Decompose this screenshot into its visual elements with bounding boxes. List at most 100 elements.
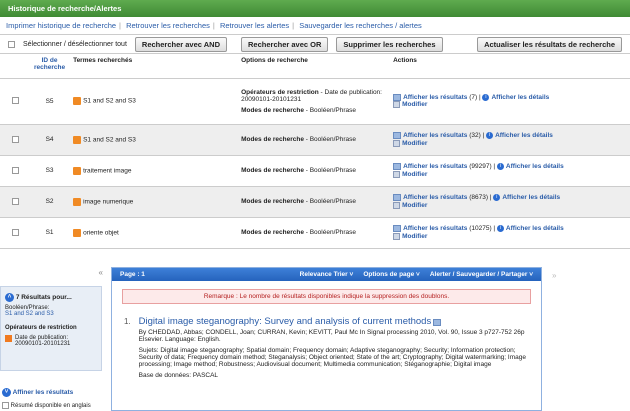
page-options-menu[interactable]: Options de page ˅ bbox=[363, 271, 420, 278]
info-icon[interactable]: i bbox=[486, 132, 494, 140]
history-table: ID de recherche Termes recherchés Option… bbox=[0, 54, 630, 249]
chevron-down-icon: ˅ bbox=[349, 271, 354, 278]
refine-label: Affiner les résultats bbox=[12, 389, 74, 397]
results-icon[interactable] bbox=[393, 132, 402, 140]
result-database: Base de données: PASCAL bbox=[138, 372, 219, 379]
show-results-link[interactable]: Afficher les résultats bbox=[403, 195, 467, 202]
show-results-link[interactable]: Afficher les résultats bbox=[403, 133, 467, 140]
row-actions: Afficher les résultats (99297) | i Affich… bbox=[389, 155, 630, 187]
mode-label: Modes de recherche bbox=[241, 167, 304, 174]
query-text: S1 and S2 and S3 bbox=[5, 311, 54, 317]
row-term: image numerique bbox=[83, 198, 134, 206]
results-icon[interactable] bbox=[393, 194, 402, 202]
edit-link[interactable]: Modifier bbox=[402, 233, 427, 240]
rss-icon[interactable] bbox=[73, 135, 82, 144]
abstract-option[interactable]: Résumé disponible en anglais bbox=[2, 402, 91, 409]
info-icon[interactable]: i bbox=[493, 194, 501, 202]
edit-link[interactable]: Modifier bbox=[402, 202, 427, 209]
table-row: S3 traitement image Modes de recherche - B… bbox=[0, 155, 630, 187]
mode-label: Modes de recherche bbox=[241, 229, 304, 236]
row-actions: Afficher les résultats (7) | i Afficher l… bbox=[389, 78, 630, 125]
restriction-value: Date de publication: 20090101-20101231 bbox=[15, 335, 71, 347]
show-details-link[interactable]: Afficher les détails bbox=[495, 133, 553, 140]
select-all-label: Sélectionner / désélectionner tout bbox=[23, 40, 127, 48]
mode-value: - Booléen/Phrase bbox=[303, 106, 356, 114]
result-authors: By CHEDDAD, Abbas; CONDELL, Joan; CURRAN… bbox=[138, 329, 525, 336]
remove-limiter-icon[interactable] bbox=[5, 335, 12, 342]
collapse-circle-icon[interactable]: ˄ bbox=[5, 293, 14, 302]
refine-results[interactable]: ˅ Affiner les résultats bbox=[2, 388, 73, 397]
result-count: (8673) bbox=[469, 194, 488, 202]
page-indicator: Page : 1 bbox=[120, 271, 145, 278]
chevron-down-icon: ˅ bbox=[416, 271, 420, 278]
show-details-link[interactable]: Afficher les détails bbox=[502, 195, 560, 202]
row-actions: Afficher les résultats (10275) | i Affich… bbox=[389, 217, 630, 249]
show-details-link[interactable]: Afficher les détails bbox=[506, 226, 564, 233]
results-icon[interactable] bbox=[393, 163, 402, 171]
rss-icon[interactable] bbox=[73, 97, 82, 105]
retrieve-searches-link[interactable]: Retrouver les recherches bbox=[126, 21, 210, 30]
table-row: S4 S1 and S2 and S3 Modes de recherche - B… bbox=[0, 124, 630, 156]
edit-icon[interactable] bbox=[393, 232, 401, 240]
edit-icon[interactable] bbox=[393, 101, 401, 108]
search-history-panel: Historique de recherche/Alertes Imprimer… bbox=[0, 0, 630, 258]
select-all-checkbox[interactable] bbox=[8, 40, 15, 48]
info-icon[interactable]: i bbox=[482, 93, 490, 101]
result-count: (10275) bbox=[469, 225, 492, 233]
restriction-title: Opérateurs de restriction bbox=[5, 325, 77, 331]
table-row: S1 oriente objet Modes de recherche - Bool… bbox=[0, 217, 630, 249]
rss-icon[interactable] bbox=[73, 228, 82, 237]
row-checkbox[interactable] bbox=[11, 166, 19, 174]
results-icon[interactable] bbox=[393, 225, 402, 233]
row-term: S1 and S2 and S3 bbox=[83, 136, 136, 144]
table-row: S2 image numerique Modes de recherche - Bo… bbox=[0, 186, 630, 218]
row-checkbox[interactable] bbox=[11, 135, 19, 143]
edit-icon[interactable] bbox=[393, 201, 401, 209]
show-details-link[interactable]: Afficher les détails bbox=[506, 164, 564, 171]
delete-searches-button[interactable]: Supprimer les recherches bbox=[336, 36, 443, 52]
edit-link[interactable]: Modifier bbox=[402, 140, 427, 147]
share-menu[interactable]: Alerter / Sauvegarder / Partager ˅ bbox=[430, 271, 533, 278]
results-area: « ˄ 7 Résultats pour... Booléen/Phrase: … bbox=[0, 264, 630, 411]
col-id: ID de recherche bbox=[30, 54, 70, 79]
retrieve-alerts-link[interactable]: Retrouver les alertes bbox=[220, 21, 289, 30]
result-title-link[interactable]: Digital image steganography: Survey and … bbox=[139, 316, 432, 327]
collapse-left-icon[interactable]: « bbox=[99, 268, 103, 277]
sort-menu[interactable]: Relevance Trier ˅ bbox=[300, 271, 354, 278]
search-summary-box: ˄ 7 Résultats pour... Booléen/Phrase: S1… bbox=[0, 286, 102, 371]
collapse-right-icon[interactable]: » bbox=[552, 271, 556, 280]
info-icon[interactable]: i bbox=[496, 163, 504, 171]
result-count: (99297) bbox=[469, 163, 492, 171]
mode-label: Modes de recherche bbox=[241, 136, 304, 143]
show-details-link[interactable]: Afficher les détails bbox=[491, 94, 549, 101]
print-history-link[interactable]: Imprimer historique de recherche bbox=[6, 21, 116, 30]
rss-icon[interactable] bbox=[73, 166, 82, 175]
show-results-link[interactable]: Afficher les résultats bbox=[403, 94, 467, 101]
panel-title: Historique de recherche/Alertes bbox=[0, 0, 630, 17]
row-term: S1 and S2 and S3 bbox=[83, 97, 136, 105]
row-checkbox[interactable] bbox=[11, 197, 19, 205]
add-to-folder-icon[interactable] bbox=[433, 318, 442, 326]
edit-link[interactable]: Modifier bbox=[402, 101, 427, 108]
row-checkbox[interactable] bbox=[11, 97, 19, 105]
result-item: 1. Digital image steganography: Survey a… bbox=[112, 316, 541, 379]
expand-circle-icon[interactable]: ˅ bbox=[2, 388, 11, 397]
row-options: Modes de recherche - Booléen/Phrase bbox=[237, 124, 390, 156]
search-or-button[interactable]: Rechercher avec OR bbox=[241, 36, 329, 52]
row-checkbox[interactable] bbox=[11, 228, 19, 236]
rss-icon[interactable] bbox=[73, 197, 82, 206]
info-icon[interactable]: i bbox=[496, 225, 504, 233]
abstract-checkbox[interactable] bbox=[2, 402, 9, 409]
result-number: 1. bbox=[124, 317, 131, 326]
show-results-link[interactable]: Afficher les résultats bbox=[403, 226, 467, 233]
edit-icon[interactable] bbox=[393, 170, 401, 178]
edit-link[interactable]: Modifier bbox=[402, 171, 427, 178]
results-icon[interactable] bbox=[393, 93, 402, 101]
refresh-results-button[interactable]: Actualiser les résultats de recherche bbox=[477, 36, 622, 52]
show-results-link[interactable]: Afficher les résultats bbox=[403, 164, 467, 171]
search-and-button[interactable]: Rechercher avec AND bbox=[134, 36, 228, 52]
result-count: (32) bbox=[469, 132, 481, 140]
save-searches-link[interactable]: Sauvegarder les recherches / alertes bbox=[299, 21, 422, 30]
mode-value: - Booléen/Phrase bbox=[303, 198, 356, 205]
edit-icon[interactable] bbox=[393, 139, 401, 147]
